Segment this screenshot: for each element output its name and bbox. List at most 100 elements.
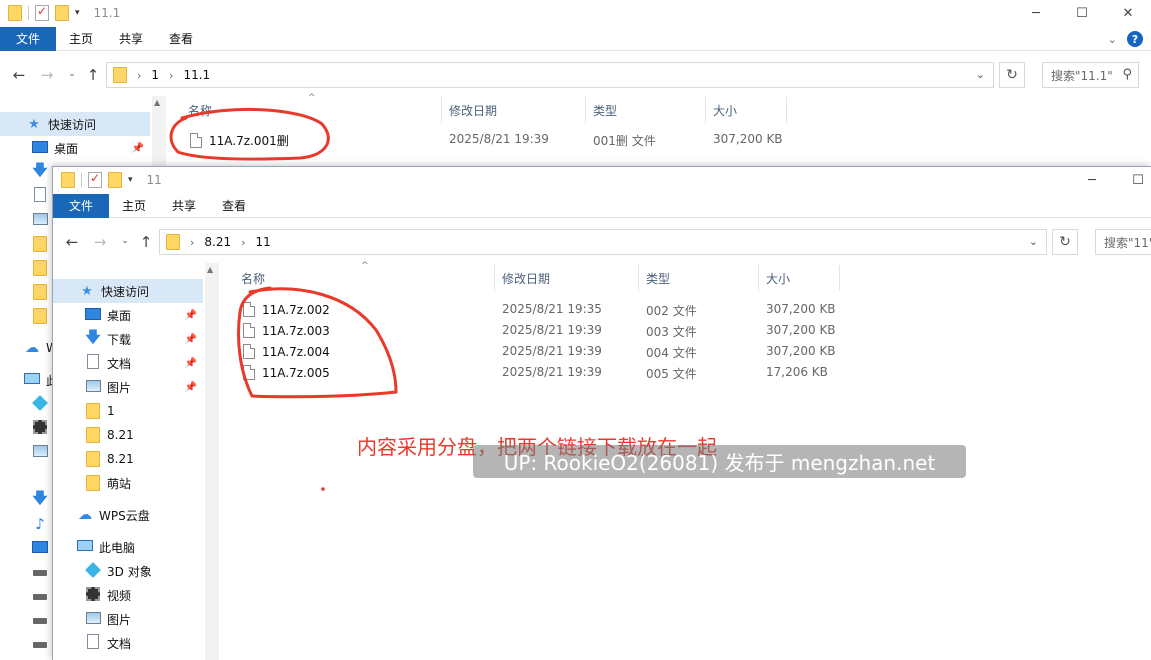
document-icon	[34, 187, 46, 202]
search-input[interactable]: 搜索"11.1" ⚲	[1042, 62, 1139, 88]
sidebar-item-label: 图片	[107, 612, 132, 627]
sidebar-item[interactable]: 3D 对象	[53, 559, 203, 583]
computer-icon	[24, 373, 40, 384]
video-icon	[33, 419, 47, 434]
chevron-right-icon: ›	[190, 235, 195, 249]
sort-ascending-icon[interactable]: ^	[361, 261, 369, 271]
title-bar: ▾ 11 ─ ☐	[53, 167, 1151, 193]
properties-icon[interactable]	[35, 4, 49, 21]
minimize-button[interactable]: ─	[1013, 0, 1059, 26]
column-header-type[interactable]: 类型	[646, 265, 670, 291]
back-arrow-icon[interactable]: ←	[8, 66, 30, 84]
sidebar-item-folder[interactable]	[0, 280, 54, 304]
refresh-button[interactable]: ↻	[999, 62, 1025, 88]
sidebar-item-downloads[interactable]: 🡇	[0, 160, 54, 184]
column-header-date[interactable]: 修改日期	[449, 97, 497, 123]
file-name: 11A.7z.001删	[190, 132, 289, 149]
minimize-button[interactable]: ─	[1069, 167, 1115, 193]
3d-objects-icon	[32, 394, 48, 411]
up-arrow-icon[interactable]: ↑	[135, 233, 157, 251]
chevron-down-icon[interactable]: ▾	[75, 8, 80, 18]
file-type: 005 文件	[646, 367, 697, 381]
back-arrow-icon[interactable]: ←	[61, 233, 83, 251]
forward-arrow-icon[interactable]: →	[89, 233, 111, 251]
address-bar[interactable]: › 1 › 11.1 ⌄	[106, 62, 994, 88]
sidebar-item-3d-objects[interactable]	[0, 392, 54, 416]
chevron-down-icon[interactable]: ⌄	[1029, 235, 1038, 248]
document-icon	[85, 634, 101, 652]
recent-locations-chevron-icon[interactable]: ⌄	[118, 236, 132, 246]
sidebar-item-drive[interactable]	[0, 584, 54, 608]
sidebar-item-desktop[interactable]	[0, 536, 54, 560]
sidebar-item[interactable]: 8.21	[53, 423, 203, 447]
new-folder-icon[interactable]	[55, 5, 69, 21]
sidebar-item[interactable]: 文档	[53, 631, 203, 655]
sidebar-item-downloads[interactable]: 🡇	[0, 488, 54, 512]
table-row[interactable]: 11A.7z.001删 2025/8/21 19:39 001删 文件 307,…	[0, 129, 900, 150]
sort-ascending-icon[interactable]: ^	[308, 93, 316, 103]
breadcrumb-item[interactable]: 11.1	[183, 68, 210, 82]
maximize-button[interactable]: ☐	[1115, 167, 1151, 193]
properties-icon[interactable]	[88, 171, 102, 188]
file-type: 001删 文件	[593, 134, 656, 148]
column-header-name[interactable]: 名称	[188, 97, 212, 123]
up-arrow-icon[interactable]: ↑	[82, 66, 104, 84]
tab-share[interactable]: 共享	[159, 194, 209, 218]
file-date: 2025/8/21 19:39	[502, 344, 602, 358]
file-name: 11A.7z.004	[243, 344, 330, 359]
chevron-down-icon[interactable]: ⌄	[1108, 33, 1117, 46]
tab-home[interactable]: 主页	[109, 194, 159, 218]
sidebar-item-pictures[interactable]	[0, 440, 54, 464]
search-input[interactable]: 搜索"11"	[1095, 229, 1151, 255]
tab-file[interactable]: 文件	[53, 193, 110, 218]
table-row[interactable]: 11A.7z.002 2025/8/21 19:35 002 文件 307,20…	[53, 299, 953, 320]
pin-icon[interactable]: 📌	[185, 382, 197, 393]
recent-locations-chevron-icon[interactable]: ⌄	[65, 69, 79, 79]
refresh-button[interactable]: ↻	[1052, 229, 1078, 255]
breadcrumb-item[interactable]: 11	[256, 235, 271, 249]
sidebar-item-this-pc[interactable]: 此	[0, 368, 58, 392]
table-row[interactable]: 11A.7z.003 2025/8/21 19:39 003 文件 307,20…	[53, 320, 953, 341]
tab-view[interactable]: 查看	[209, 194, 259, 218]
column-header-type[interactable]: 类型	[593, 97, 617, 123]
close-button[interactable]: ✕	[1105, 0, 1151, 26]
tab-home[interactable]: 主页	[56, 27, 106, 51]
column-header-name[interactable]: 名称	[241, 265, 265, 291]
sidebar-item-folder[interactable]	[0, 256, 54, 280]
sidebar-item-drive[interactable]	[0, 560, 54, 584]
sidebar-item-folder[interactable]	[0, 232, 54, 256]
address-bar[interactable]: › 8.21 › 11 ⌄	[159, 229, 1047, 255]
tab-share[interactable]: 共享	[106, 27, 156, 51]
sidebar-item[interactable]: 8.21	[53, 447, 203, 471]
tab-file[interactable]: 文件	[0, 26, 57, 51]
sidebar-item[interactable]: ☁ WPS云盘	[53, 503, 203, 527]
breadcrumb-item[interactable]: 1	[151, 68, 159, 82]
tab-view[interactable]: 查看	[156, 27, 206, 51]
forward-arrow-icon[interactable]: →	[36, 66, 58, 84]
sidebar-item[interactable]: 此电脑	[53, 535, 203, 559]
new-folder-icon[interactable]	[108, 172, 122, 188]
table-row[interactable]: 11A.7z.005 2025/8/21 19:39 005 文件 17,206…	[53, 362, 953, 383]
sidebar-item-label: 1	[107, 404, 115, 418]
sidebar-item-videos[interactable]	[0, 416, 54, 440]
chevron-down-icon[interactable]: ⌄	[976, 68, 985, 81]
sidebar-item[interactable]: 1	[53, 399, 203, 423]
sidebar-item-music[interactable]: ♪	[0, 512, 54, 536]
sidebar-item[interactable]: 图片	[53, 607, 203, 631]
sidebar-item-drive[interactable]	[0, 632, 54, 656]
breadcrumb-item[interactable]: 8.21	[204, 235, 231, 249]
sidebar-item-documents[interactable]	[0, 184, 54, 208]
maximize-button[interactable]: ☐	[1059, 0, 1105, 26]
sidebar-item-pictures[interactable]	[0, 208, 54, 232]
sidebar-item-drive[interactable]	[0, 608, 54, 632]
chevron-down-icon[interactable]: ▾	[128, 175, 133, 185]
help-icon[interactable]: ?	[1127, 31, 1143, 47]
table-row[interactable]: 11A.7z.004 2025/8/21 19:39 004 文件 307,20…	[53, 341, 953, 362]
column-header-size[interactable]: 大小	[713, 97, 737, 123]
sidebar-item-wps-cloud[interactable]: ☁W	[0, 336, 58, 360]
column-header-date[interactable]: 修改日期	[502, 265, 550, 291]
column-header-size[interactable]: 大小	[766, 265, 790, 291]
sidebar-item[interactable]: 萌站	[53, 471, 203, 495]
sidebar-item[interactable]: 视频	[53, 583, 203, 607]
sidebar-item-folder[interactable]	[0, 304, 54, 328]
